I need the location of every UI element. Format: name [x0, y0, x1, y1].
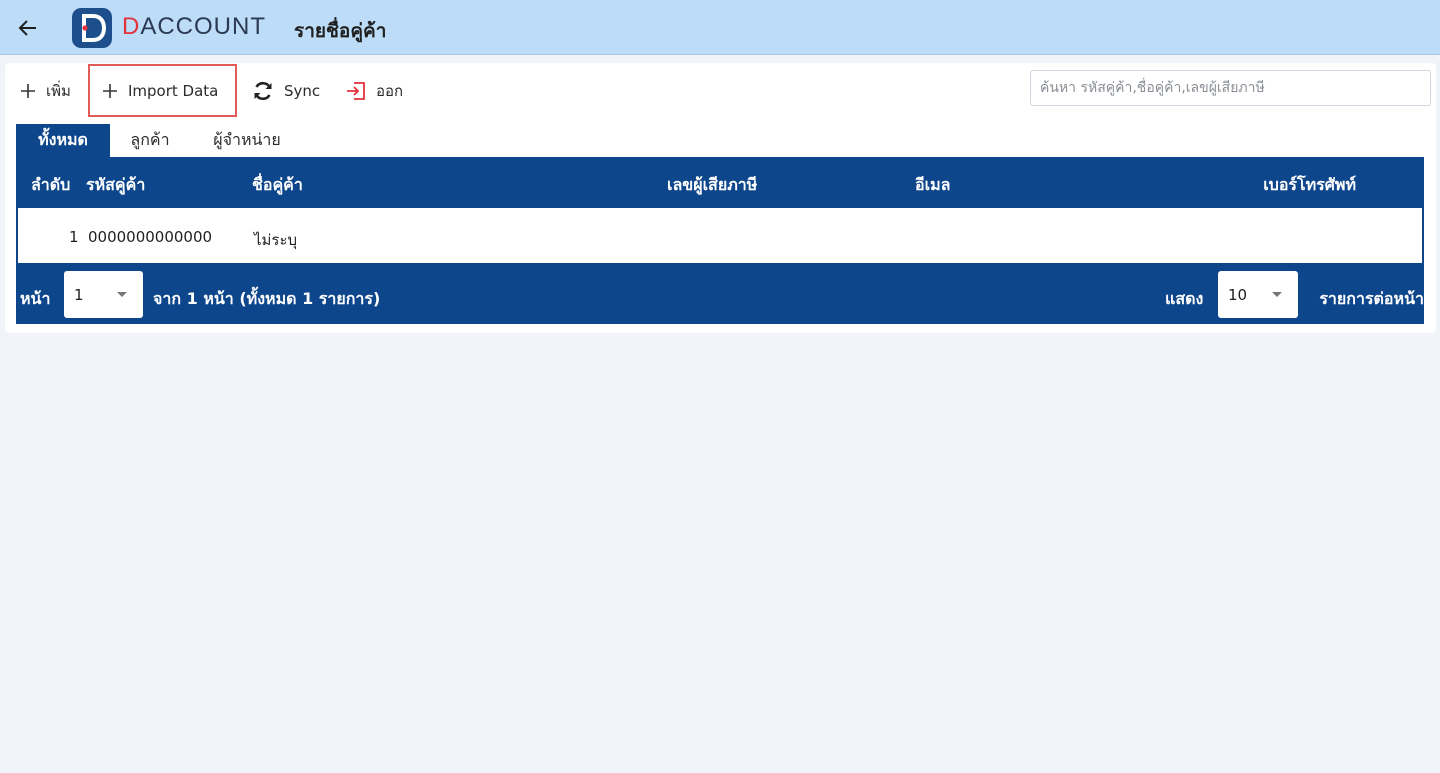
back-button[interactable]	[14, 14, 42, 42]
exit-button[interactable]: ออก	[346, 74, 403, 108]
exit-button-label: ออก	[376, 82, 404, 100]
exit-icon	[347, 82, 365, 100]
per-page-suffix: รายการต่อหน้า	[1319, 289, 1424, 308]
page-title: รายชื่อคู่ค้า	[294, 20, 387, 42]
page-label: หน้า	[20, 289, 51, 308]
import-data-label: Import Data	[128, 82, 219, 100]
tab-customers-label: ลูกค้า	[130, 130, 170, 149]
sync-button-label: Sync	[284, 82, 321, 100]
per-page-select[interactable]: 10	[1218, 271, 1298, 318]
col-phone[interactable]: เบอร์โทรศัพท์	[1263, 173, 1356, 198]
add-button[interactable]: เพิ่ม	[20, 74, 71, 108]
tab-suppliers-label: ผู้จำหน่าย	[213, 130, 281, 149]
tab-all[interactable]: ทั้งหมด	[16, 124, 110, 157]
search-input[interactable]	[1030, 70, 1431, 106]
per-page-select-value: 10	[1228, 286, 1248, 304]
import-data-button[interactable]: Import Data	[102, 74, 218, 108]
tab-customers[interactable]: ลูกค้า	[120, 124, 180, 157]
col-name[interactable]: ชื่อคู่ค้า	[252, 173, 303, 198]
table-row[interactable]: 1 0000000000000 ไม่ระบุ	[16, 208, 1424, 263]
brand-prefix: D	[122, 13, 141, 40]
tab-all-label: ทั้งหมด	[38, 130, 88, 149]
page-select-value: 1	[74, 286, 84, 304]
brand-logo-text: DACCOUNT	[122, 13, 266, 41]
col-tax-id[interactable]: เลขผู้เสียภาษี	[667, 173, 757, 198]
page-summary: จาก 1 หน้า (ทั้งหมด 1 รายการ)	[153, 289, 381, 308]
app-bar: DACCOUNT รายชื่อคู่ค้า	[0, 0, 1440, 55]
plus-icon	[21, 84, 35, 98]
table-header: ลำดับ รหัสคู่ค้า ชื่อคู่ค้า เลขผู้เสียภา…	[16, 157, 1424, 208]
cell-code: 0000000000000	[88, 228, 213, 246]
chevron-down-icon	[117, 292, 127, 297]
col-email[interactable]: อีเมล	[915, 173, 950, 198]
sync-button[interactable]: Sync	[252, 74, 320, 108]
col-code[interactable]: รหัสคู่ค้า	[86, 173, 145, 198]
show-label: แสดง	[1165, 289, 1204, 308]
page-select[interactable]: 1	[64, 271, 143, 318]
sync-icon	[254, 81, 272, 101]
cell-name: ไม่ระบุ	[254, 231, 298, 249]
pagination-bar: หน้า 1 จาก 1 หน้า (ทั้งหมด 1 รายการ) แสด…	[16, 263, 1424, 324]
chevron-down-icon	[1272, 292, 1282, 297]
cell-index: 1	[69, 228, 79, 246]
add-button-label: เพิ่ม	[46, 82, 71, 100]
col-index[interactable]: ลำดับ	[31, 173, 70, 198]
brand-name: ACCOUNT	[140, 13, 267, 40]
arrow-left-icon	[18, 20, 36, 36]
plus-icon	[103, 84, 117, 98]
app-logo-icon	[72, 8, 112, 48]
tab-suppliers[interactable]: ผู้จำหน่าย	[200, 124, 294, 157]
